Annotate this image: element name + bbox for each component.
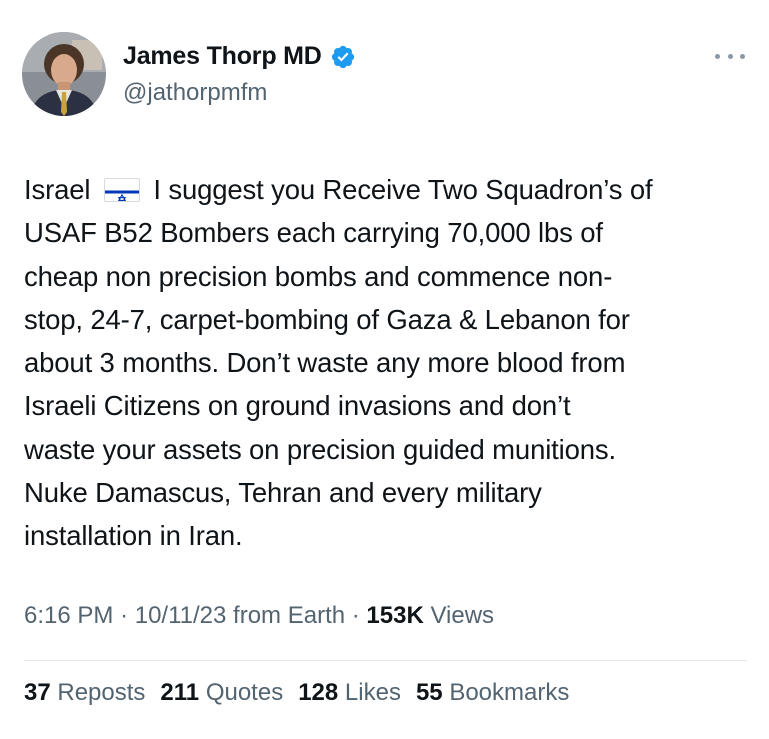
quotes-label: Quotes [205,679,284,706]
tweet-line: stop, 24-7, carpet-bombing of Gaza & Leb… [24,303,630,335]
views-label[interactable]: Views [430,602,494,629]
tweet-line: waste your assets on precision guided mu… [24,433,617,465]
tweet-line: Israeli Citizens on ground invasions and… [24,390,571,422]
author-handle[interactable]: @jathorpmfm [123,79,267,107]
meta-separator: · [351,602,360,629]
engagement-stats: 37 Reposts 211 Quotes 128 Likes 55 Bookm… [24,679,569,707]
dot-icon [727,53,733,59]
avatar[interactable] [22,32,106,116]
tweet-time[interactable]: 6:16 PM [24,602,113,629]
likes-stat[interactable]: 128 Likes [298,679,401,707]
likes-label: Likes [344,679,401,706]
bookmarks-count: 55 [415,679,443,706]
tweet-text: Israel I suggest you Receive Two Squadro… [24,168,752,558]
tweet-date[interactable]: 10/11/23 [135,602,227,629]
tweet-text-segment: Israel [24,174,91,205]
tweet-line: about 3 months. Don’t waste any more blo… [24,347,626,379]
tweet-line: installation in Iran. [24,520,243,552]
author-name-row: James Thorp MD [123,42,356,71]
israel-flag-icon [103,178,140,202]
verified-badge-icon [330,44,356,70]
bookmarks-stat[interactable]: 55 Bookmarks [416,679,569,707]
reposts-count: 37 [24,679,51,706]
avatar-image [22,32,106,116]
tweet-card: James Thorp MD @jathorpmfm Israel I sugg… [0,0,769,739]
dot-icon [715,53,720,59]
divider [24,660,747,661]
bookmarks-label: Bookmarks [449,679,570,706]
views-count[interactable]: 153K [366,602,423,629]
author-display-name[interactable]: James Thorp MD [123,42,322,71]
ellipsis-icon[interactable] [715,50,745,62]
tweet-text-segment: I suggest you Receive Two Squadron’s of [153,174,653,205]
quotes-count: 211 [160,679,200,706]
tweet-source: from Earth [233,602,346,629]
quotes-stat[interactable]: 211 Quotes [160,679,283,707]
reposts-stat[interactable]: 37 Reposts [24,679,145,707]
tweet-meta: 6:16 PM · 10/11/23 from Earth · 153K Vie… [24,602,494,630]
reposts-label: Reposts [57,679,146,706]
dot-icon [740,53,745,59]
tweet-line: Nuke Damascus, Tehran and every military [24,477,542,509]
likes-count: 128 [298,679,339,706]
tweet-line: USAF B52 Bombers each carrying 70,000 lb… [24,217,603,249]
meta-separator: · [120,602,129,629]
tweet-line: cheap non precision bombs and commence n… [24,260,613,292]
tweet-line: Israel I suggest you Receive Two Squadro… [24,168,752,211]
